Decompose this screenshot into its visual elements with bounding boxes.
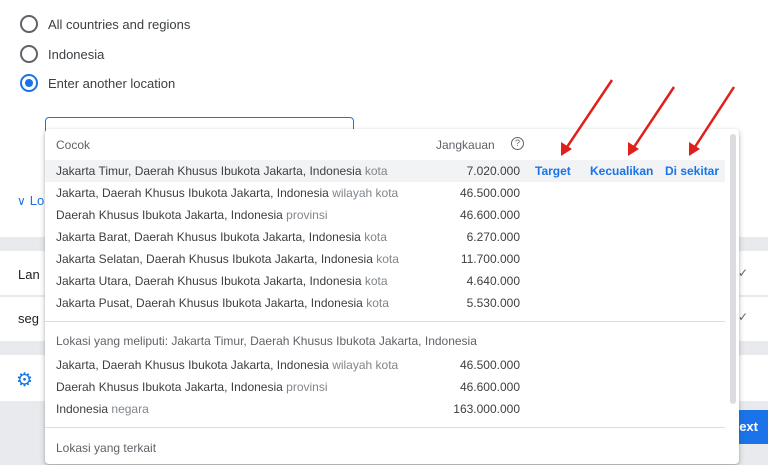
- annotation-arrow: [561, 79, 614, 156]
- annotation-arrow: [628, 86, 676, 156]
- annotation-arrow: [689, 86, 736, 156]
- annotation-arrows: [561, 79, 736, 156]
